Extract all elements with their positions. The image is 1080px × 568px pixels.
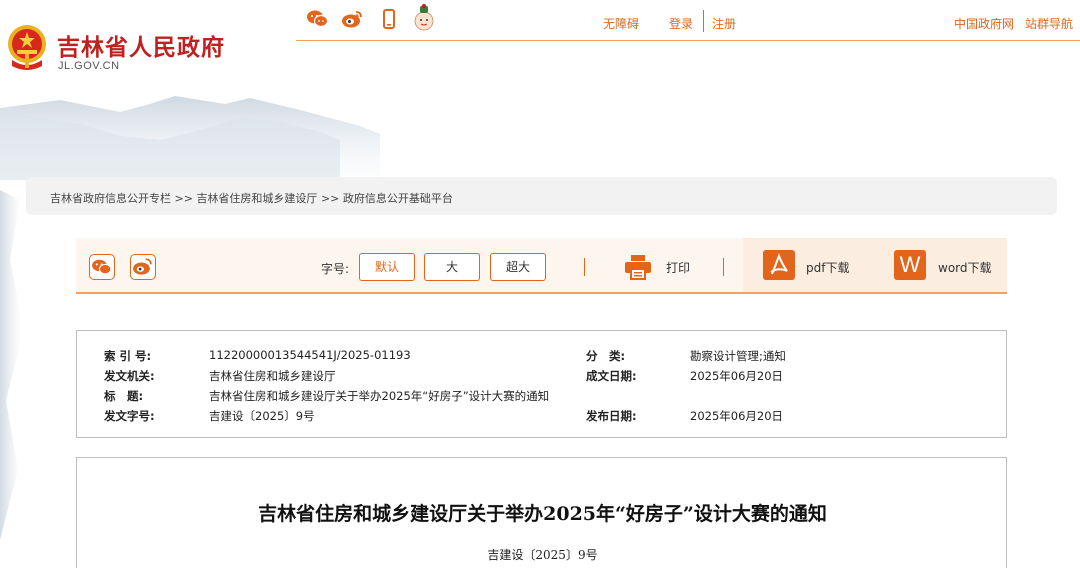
site-nav-link[interactable]: 站群导航 [1025,15,1073,32]
issuer-value: 吉林省住房和城乡建设厅 [209,369,336,383]
national-emblem-icon[interactable] [6,24,48,72]
printer-icon[interactable] [624,254,652,280]
weibo-icon[interactable] [341,9,363,29]
published-date-label: 发布日期: [586,409,637,423]
register-link[interactable]: 注册 [712,15,736,32]
site-title[interactable]: 吉林省人民政府 [57,28,225,62]
pdf-download-icon[interactable] [763,250,795,280]
weibo-icon [133,258,152,275]
title-label: 标 题: [104,389,144,403]
article-title: 吉林省住房和城乡建设厅关于举办2025年“好房子”设计大赛的通知 [258,503,827,525]
top-separator [703,10,704,32]
breadcrumb-separator: >> [174,192,193,205]
breadcrumb-bar: 吉林省政府信息公开专栏 >> 吉林省住房和城乡建设厅 >> 政府信息公开基础平台 [26,177,1057,215]
breadcrumb-separator: >> [320,192,340,205]
share-wechat-button[interactable] [89,254,115,280]
font-size-xlarge-button[interactable]: 超大 [490,253,546,281]
doc-no-value: 吉建设〔2025〕9号 [209,409,315,423]
article-toolbar: 字号: 默认 大 超大 打印 pdf下载 W word下载 [76,238,1007,294]
issuer-label: 发文机关: [104,369,155,383]
header-divider [296,40,1080,41]
font-size-label: 字号: [321,262,350,276]
title-value: 吉林省住房和城乡建设厅关于举办2025年“好房子”设计大赛的通知 [209,389,550,403]
breadcrumb-item-department[interactable]: 吉林省住房和城乡建设厅 [196,192,317,205]
pdf-download-link[interactable]: pdf下载 [806,259,849,276]
created-date-label: 成文日期: [586,369,637,383]
breadcrumb-item-info-column[interactable]: 吉林省政府信息公开专栏 [50,192,171,205]
created-date-value: 2025年06月20日 [690,369,784,383]
word-download-icon[interactable]: W [894,250,926,280]
published-date-value: 2025年06月20日 [690,409,784,423]
print-button[interactable]: 打印 [666,259,690,276]
index-no-value: 11220000013544541J/2025-01193 [209,348,411,362]
login-link[interactable]: 登录 [669,15,693,32]
doc-no-label: 发文字号: [104,409,155,423]
toolbar-separator [584,258,585,276]
wechat-icon[interactable] [306,9,328,29]
download-zone: pdf下载 W word下载 [743,238,1007,292]
accessibility-link[interactable]: 无障碍 [603,15,639,32]
toolbar-separator [723,258,724,276]
article-body: 吉林省住房和城乡建设厅关于举办2025年“好房子”设计大赛的通知 吉建设〔202… [76,457,1007,568]
share-weibo-button[interactable] [130,254,156,280]
mascot-icon[interactable] [413,3,435,33]
breadcrumb: 吉林省政府信息公开专栏 >> 吉林省住房和城乡建设厅 >> 政府信息公开基础平台 [50,190,453,206]
font-size-large-button[interactable]: 大 [424,253,480,281]
site-header: 吉林省人民政府 JL.GOV.CN 无障碍 登录 注册 中国政府网 站群导航 [0,0,1080,80]
index-no-label: 索 引 号: [104,349,152,363]
category-value: 勘察设计管理;通知 [690,349,786,363]
font-size-default-button[interactable]: 默认 [359,253,415,281]
document-meta-table: 索 引 号: 11220000013544541J/2025-01193 分 类… [76,330,1007,438]
article-doc-number: 吉建设〔2025〕9号 [487,548,598,562]
word-download-link[interactable]: word下载 [938,259,992,276]
breadcrumb-item-platform[interactable]: 政府信息公开基础平台 [343,192,453,205]
category-label: 分 类: [586,349,626,363]
gov-portal-link[interactable]: 中国政府网 [954,15,1014,32]
site-domain: JL.GOV.CN [58,60,120,72]
mobile-icon[interactable] [381,9,397,29]
wechat-icon [92,259,112,275]
